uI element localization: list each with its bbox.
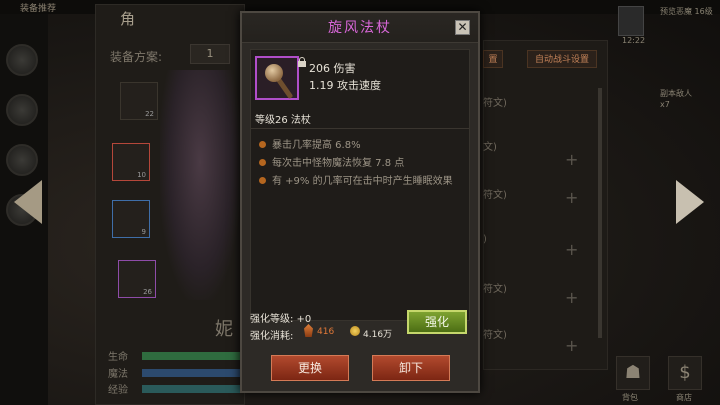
lock-icon[interactable] (297, 57, 307, 67)
ring-slot[interactable]: 9 (112, 200, 150, 238)
helmet-slot[interactable]: 22 (120, 82, 158, 120)
shop-label: 商店 (676, 393, 692, 402)
top-right-text: 预览恶魔 16级 (660, 7, 713, 16)
effect-text: 有 +9% 的几率可在击中时产生睡眠效果 (272, 176, 453, 187)
slot-count: 22 (145, 110, 154, 118)
prev-arrow-icon[interactable] (14, 180, 42, 224)
enhance-button[interactable]: 强化 (407, 310, 467, 334)
effect-text: 暴击几率提高 6.8% (272, 140, 361, 151)
item-info-panel: 206 伤害 1.19 攻击速度 等级26 法杖 暴击几率提高 6.8% 每次击… (250, 49, 470, 321)
character-portrait (160, 70, 240, 300)
rune-slot-label: 符文) (483, 98, 507, 109)
weapon-slot[interactable]: 26 (118, 260, 156, 298)
skill-orb-icon[interactable] (6, 144, 38, 176)
right-tab-button[interactable]: 置 (483, 50, 503, 68)
right-panel (483, 40, 608, 370)
stat-mp-label: 魔法 (108, 369, 128, 380)
slot-count: 9 (141, 228, 146, 236)
coin-icon (350, 326, 360, 336)
rune-slot-label: 符文) (483, 284, 507, 295)
damage-stat: 206 伤害 (309, 62, 356, 75)
bullet-icon (259, 158, 266, 166)
mp-bar (142, 369, 242, 377)
enemy-label: 副本敌人 (660, 89, 692, 98)
clock-text: 12:22 (622, 36, 646, 45)
equip-scheme-label: 装备方案: (110, 50, 163, 64)
plus-icon[interactable]: + (565, 240, 578, 259)
item-name-title: 旋风法杖 (242, 13, 478, 43)
character-name: 妮 (215, 319, 233, 340)
plus-icon[interactable]: + (565, 336, 578, 355)
slot-count: 26 (143, 288, 152, 296)
effect-line: 每次击中怪物魔法恢复 7.8 点 (259, 154, 404, 169)
panel-title: 角 (120, 10, 136, 28)
item-detail-dialog: 旋风法杖 ✕ 206 伤害 1.19 攻击速度 等级26 法杖 暴击几率提高 6… (240, 11, 480, 393)
rune-slot-label: 文) (483, 142, 497, 153)
skill-orb-icon[interactable] (6, 94, 38, 126)
enhance-level-text: 强化等级: +0 (250, 314, 312, 325)
replace-button[interactable]: 更换 (271, 355, 349, 381)
exp-bar (142, 385, 242, 393)
stat-hp-label: 生命 (108, 352, 128, 363)
enemy-count: x7 (660, 100, 670, 109)
plus-icon[interactable]: + (565, 188, 578, 207)
equip-scheme-select[interactable]: 1 (190, 44, 230, 64)
effect-line: 有 +9% 的几率可在击中时产生睡眠效果 (259, 172, 453, 187)
gem-icon (304, 324, 313, 337)
staff-icon (255, 56, 306, 100)
coin-cost-value: 4.16万 (363, 330, 393, 340)
next-arrow-icon[interactable] (676, 180, 704, 224)
attack-speed-stat: 1.19 攻击速度 (309, 79, 381, 92)
scrollbar[interactable] (598, 88, 602, 338)
unequip-button[interactable]: 卸下 (372, 355, 450, 381)
rune-slot-label: ) (483, 234, 487, 245)
gem-cost-value: 416 (317, 327, 335, 337)
enhance-cost-label: 强化消耗: (250, 331, 294, 342)
stat-exp-label: 经验 (108, 385, 128, 396)
hp-bar (142, 352, 242, 360)
rune-slot-label: 符文) (483, 190, 507, 201)
slot-count: 10 (137, 171, 146, 179)
skill-orb-icon[interactable] (6, 44, 38, 76)
rune-slot-label: 符文) (483, 330, 507, 341)
staff-head (265, 64, 283, 82)
effect-text: 每次击中怪物魔法恢复 7.8 点 (272, 158, 405, 169)
shop-icon[interactable]: $ (668, 356, 702, 390)
armor-slot[interactable]: 10 (112, 143, 150, 181)
bullet-icon (259, 176, 266, 184)
plus-icon[interactable]: + (565, 150, 578, 169)
calendar-icon[interactable] (618, 6, 644, 36)
top-left-text: 装备推荐 (20, 4, 57, 14)
bag-label: 背包 (622, 393, 638, 402)
close-button[interactable]: ✕ (455, 20, 470, 35)
effect-line: 暴击几率提高 6.8% (259, 136, 361, 151)
divider (251, 128, 469, 129)
bullet-icon (259, 140, 266, 148)
auto-battle-button[interactable]: 自动战斗设置 (527, 50, 597, 68)
plus-icon[interactable]: + (565, 288, 578, 307)
item-level-type: 等级26 法杖 (255, 115, 311, 126)
bag-icon[interactable]: ☗ (616, 356, 650, 390)
